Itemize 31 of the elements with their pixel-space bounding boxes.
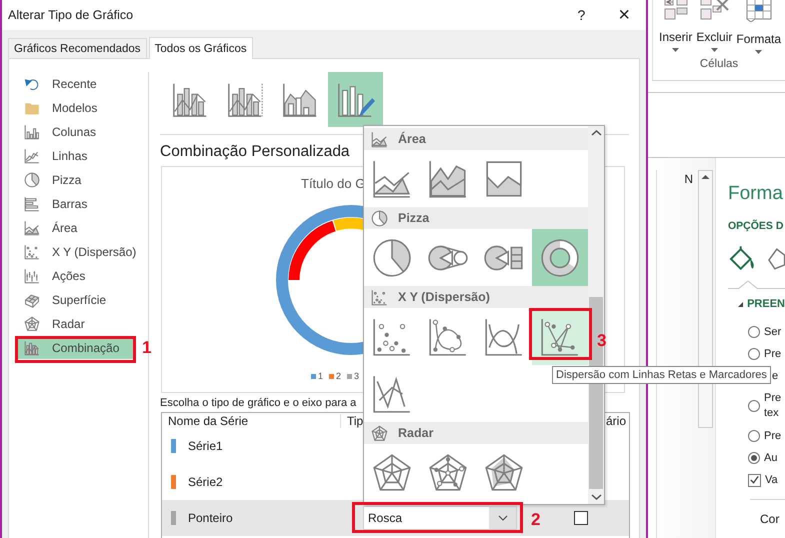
pane-title: Forma xyxy=(728,182,784,206)
step-number: 1 xyxy=(142,338,152,358)
tooltip: Dispersão com Linhas Retas e Marcadores xyxy=(552,366,771,384)
group-heading: X Y (Dispersão) xyxy=(398,290,490,304)
group-heading: Pizza xyxy=(398,211,430,225)
option-label: Pre xyxy=(764,391,782,406)
option-label: tex xyxy=(764,406,780,421)
column-header: Nome da Série xyxy=(167,414,250,428)
series-name: Série1 xyxy=(188,439,223,453)
option-label: Pre xyxy=(764,428,782,444)
ribbon-group-label: Células xyxy=(700,58,738,70)
instruction-text: Escolha o tipo de gráfico e o eixo para a xyxy=(160,396,358,410)
column-header: ário xyxy=(604,414,627,428)
group-heading: Radar xyxy=(398,426,434,440)
series-name: Ponteiro xyxy=(188,511,233,525)
series-name: Série2 xyxy=(188,475,223,489)
option-label: Pre xyxy=(764,346,782,362)
step-number: 2 xyxy=(531,510,540,530)
section-title: Combinação Personalizada xyxy=(160,142,351,162)
legend-label: 1 xyxy=(318,371,324,381)
option-label: Au xyxy=(764,450,778,466)
group-heading: Área xyxy=(398,132,426,146)
option-label: Va xyxy=(765,472,778,488)
window-title: Alterar Tipo de Gráfico xyxy=(8,8,134,22)
option-label: Cor xyxy=(760,512,780,526)
legend-label: 2 xyxy=(336,371,342,381)
option-label: Ser xyxy=(764,324,782,340)
step-number: 3 xyxy=(597,331,606,351)
legend-label: 3 xyxy=(354,371,360,381)
option-label: e xyxy=(772,368,778,384)
column-header: N xyxy=(684,171,694,186)
